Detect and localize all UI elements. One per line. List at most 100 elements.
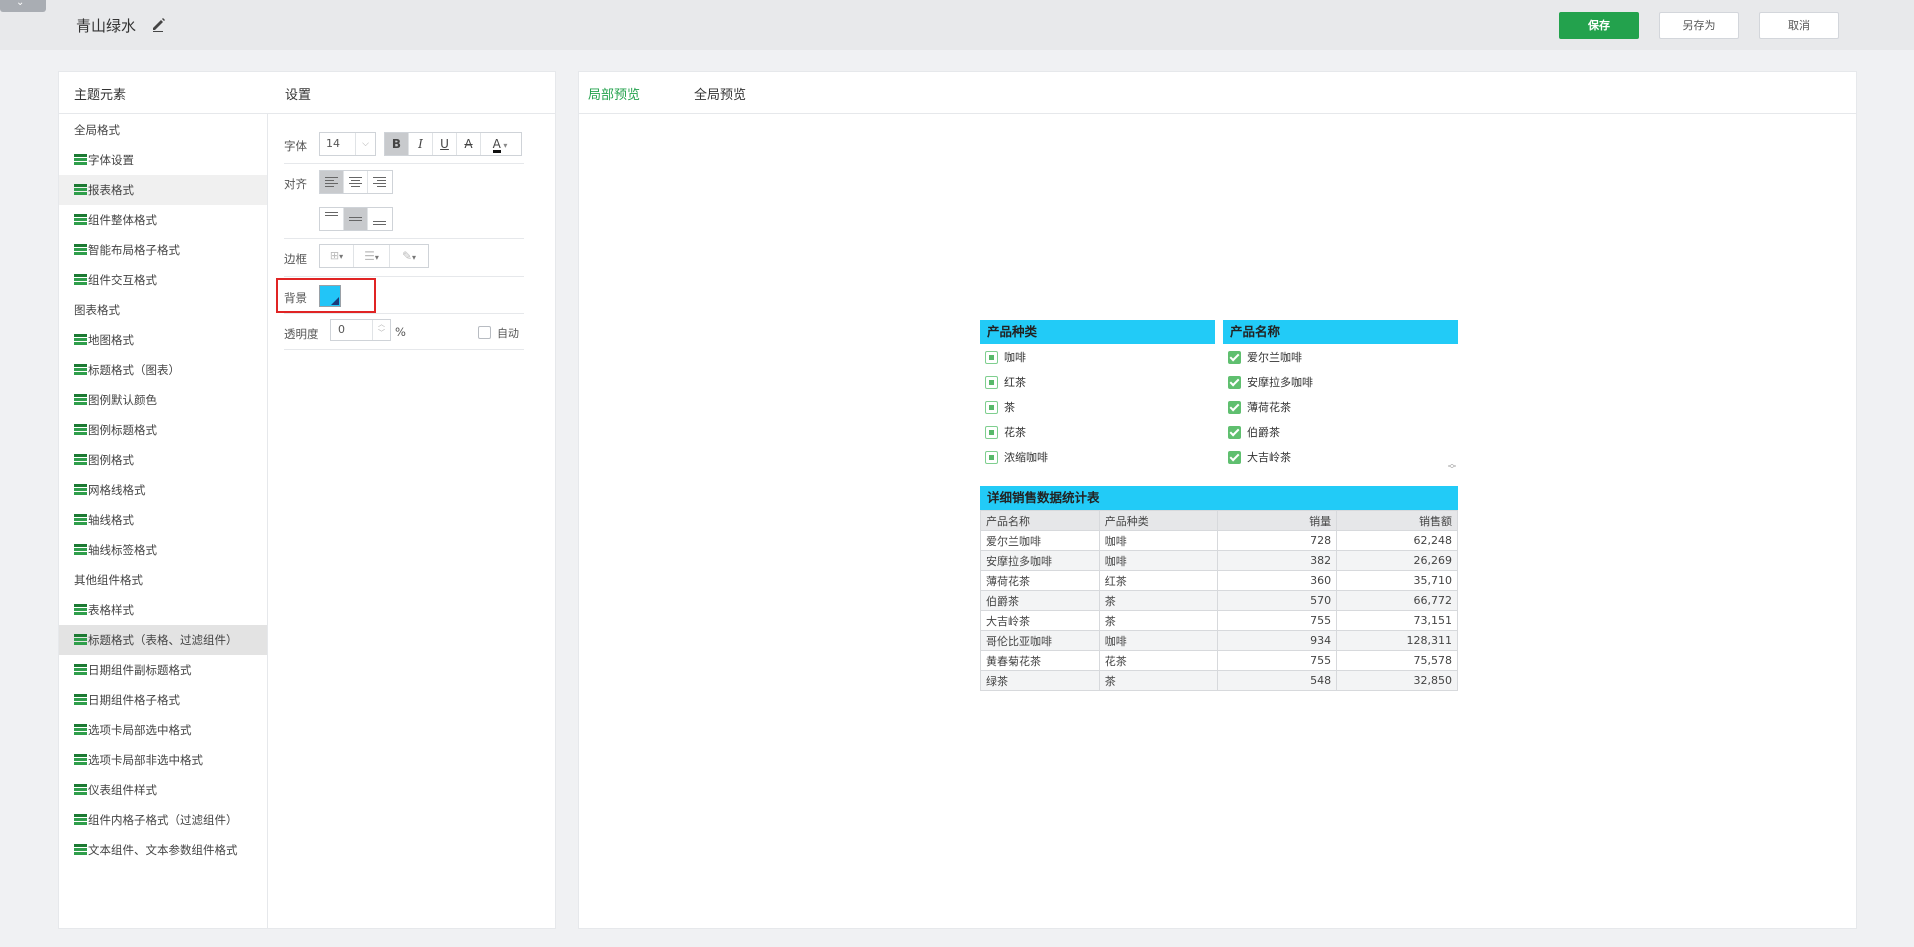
opacity-input[interactable]: 0 ︿ ﹀ [330, 319, 391, 341]
table-icon [74, 814, 87, 825]
tree-item[interactable]: 智能布局格子格式 [59, 235, 267, 265]
table-cell: 570 [1217, 590, 1338, 611]
tree-item[interactable]: 选项卡局部选中格式 [59, 715, 267, 745]
tree-item-label: 标题格式（图表） [88, 363, 180, 377]
filter-scroll-indicator[interactable]: ︿ ﹀ [1448, 460, 1456, 474]
tree-item[interactable]: 地图格式 [59, 325, 267, 355]
filter-option-label: 红茶 [1004, 376, 1026, 389]
filter-option[interactable]: 伯爵茶 [1223, 420, 1458, 445]
tree-item[interactable]: 字体设置 [59, 145, 267, 175]
tree-item[interactable]: 图例格式 [59, 445, 267, 475]
italic-button[interactable]: I [409, 133, 433, 155]
filter-option[interactable]: 茶 [980, 395, 1215, 420]
tree-item[interactable]: 表格样式 [59, 595, 267, 625]
table-icon [74, 634, 87, 645]
pencil-icon[interactable] [150, 16, 166, 32]
tree-item[interactable]: 组件整体格式 [59, 205, 267, 235]
data-table: 产品名称 产品种类 销量 销售额 爱尔兰咖啡 咖啡 728 62,248 安摩拉多咖啡 咖啡 38… [980, 510, 1458, 691]
tree-item[interactable]: 日期组件格子格式 [59, 685, 267, 715]
tree-item[interactable]: 仪表组件样式 [59, 775, 267, 805]
tree-item[interactable]: 文本组件、文本参数组件格式 [59, 835, 267, 865]
align-center-button[interactable] [344, 171, 368, 193]
font-color-button[interactable]: A ▾ [481, 133, 519, 155]
tree-item[interactable]: 标题格式（表格、过滤组件） [59, 625, 267, 655]
cancel-button[interactable]: 取消 [1759, 12, 1839, 39]
tree-item[interactable]: 报表格式 [59, 175, 267, 205]
table-cell: 62,248 [1336, 530, 1458, 551]
tree-item[interactable]: 轴线格式 [59, 505, 267, 535]
save-as-button[interactable]: 另存为 [1659, 12, 1739, 39]
border-style-button[interactable]: ☰▾ [354, 245, 390, 267]
checked-checkbox-icon [1228, 376, 1241, 389]
table-cell: 黄春菊花茶 [980, 650, 1100, 671]
tab-local-preview[interactable]: 局部预览 [588, 84, 640, 103]
elements-heading: 主题元素 [74, 88, 127, 103]
tree-item[interactable]: 图例标题格式 [59, 415, 267, 445]
align-top-button[interactable] [320, 208, 344, 230]
tree-item-label: 组件内格子格式（过滤组件） [88, 813, 238, 827]
tree-group[interactable]: 全局格式 [59, 115, 267, 145]
tree-item[interactable]: 网格线格式 [59, 475, 267, 505]
chevron-down-icon: ▾ [374, 253, 379, 262]
filter-option[interactable]: 大吉岭茶 [1223, 445, 1458, 470]
chevron-down-icon: ▾ [339, 252, 344, 261]
tree-group[interactable]: 图表格式 [59, 295, 267, 325]
border-label: 边框 [284, 252, 307, 266]
filter-option[interactable]: 红茶 [980, 370, 1215, 395]
table-row: 大吉岭茶茶 755 73,151 [980, 610, 1458, 631]
font-size-select[interactable]: 14 ⌵ [319, 132, 376, 156]
tree-group[interactable]: 其他组件格式 [59, 565, 267, 595]
tree-item-label: 选项卡局部选中格式 [88, 723, 192, 737]
underline-button[interactable]: U [433, 133, 457, 155]
table-cell: 爱尔兰咖啡 [980, 530, 1100, 551]
filter-option[interactable]: 浓缩咖啡 [980, 445, 1215, 470]
border-color-button[interactable]: ✎▾ [390, 245, 428, 267]
table-icon [74, 514, 87, 525]
filter-option[interactable]: 花茶 [980, 420, 1215, 445]
auto-checkbox[interactable] [478, 326, 491, 339]
align-right-button[interactable] [368, 171, 392, 193]
background-color-swatch[interactable] [319, 285, 341, 307]
tree-item[interactable]: 选项卡局部非选中格式 [59, 745, 267, 775]
tree-item[interactable]: 组件内格子格式（过滤组件） [59, 805, 267, 835]
tree-item[interactable]: 图例默认颜色 [59, 385, 267, 415]
strikethrough-button[interactable]: A [457, 133, 481, 155]
filter-title: 产品种类 [980, 320, 1215, 344]
bold-button[interactable]: B [385, 133, 409, 155]
tab-global-preview[interactable]: 全局预览 [694, 84, 746, 103]
tree-item-label: 选项卡局部非选中格式 [88, 753, 203, 767]
align-left-button[interactable] [320, 171, 344, 193]
table-cell: 咖啡 [1098, 550, 1219, 571]
border-position-button[interactable]: ⊞▾ [320, 245, 354, 267]
tree-item[interactable]: 标题格式（图表） [59, 355, 267, 385]
heading-divider [59, 113, 555, 114]
collapse-toggle[interactable]: ⌄ [0, 0, 46, 12]
table-cell: 咖啡 [1098, 530, 1219, 551]
table-cell: 薄荷花茶 [980, 570, 1100, 591]
table-cell: 伯爵茶 [980, 590, 1100, 611]
table-cell: 红茶 [1098, 570, 1219, 591]
row-divider [284, 163, 524, 164]
tree-item[interactable]: 组件交互格式 [59, 265, 267, 295]
table-cell: 360 [1217, 570, 1338, 591]
align-bottom-button[interactable] [368, 208, 392, 230]
filter-option[interactable]: 安摩拉多咖啡 [1223, 370, 1458, 395]
font-size-value: 14 [326, 137, 340, 150]
table-cell: 755 [1217, 650, 1338, 671]
filter-option[interactable]: 咖啡 [980, 345, 1215, 370]
tree-item[interactable]: 日期组件副标题格式 [59, 655, 267, 685]
align-middle-button[interactable] [344, 208, 368, 230]
filter-option-label: 爱尔兰咖啡 [1247, 351, 1302, 364]
chevron-up-icon: ︿ [378, 320, 385, 328]
filter-option[interactable]: 薄荷花茶 [1223, 395, 1458, 420]
table-cell: 728 [1217, 530, 1338, 551]
top-bar: ⌄ 青山绿水 保存 另存为 取消 [0, 0, 1914, 50]
opacity-label: 透明度 [284, 327, 319, 341]
tree-item[interactable]: 轴线标签格式 [59, 535, 267, 565]
filter-option[interactable]: 爱尔兰咖啡 [1223, 345, 1458, 370]
tree-item-label: 图例默认颜色 [88, 393, 157, 407]
opacity-stepper[interactable]: ︿ ﹀ [372, 320, 390, 340]
save-button[interactable]: 保存 [1559, 12, 1639, 39]
partial-checkbox-icon [985, 401, 998, 414]
filter-option-label: 伯爵茶 [1247, 426, 1280, 439]
